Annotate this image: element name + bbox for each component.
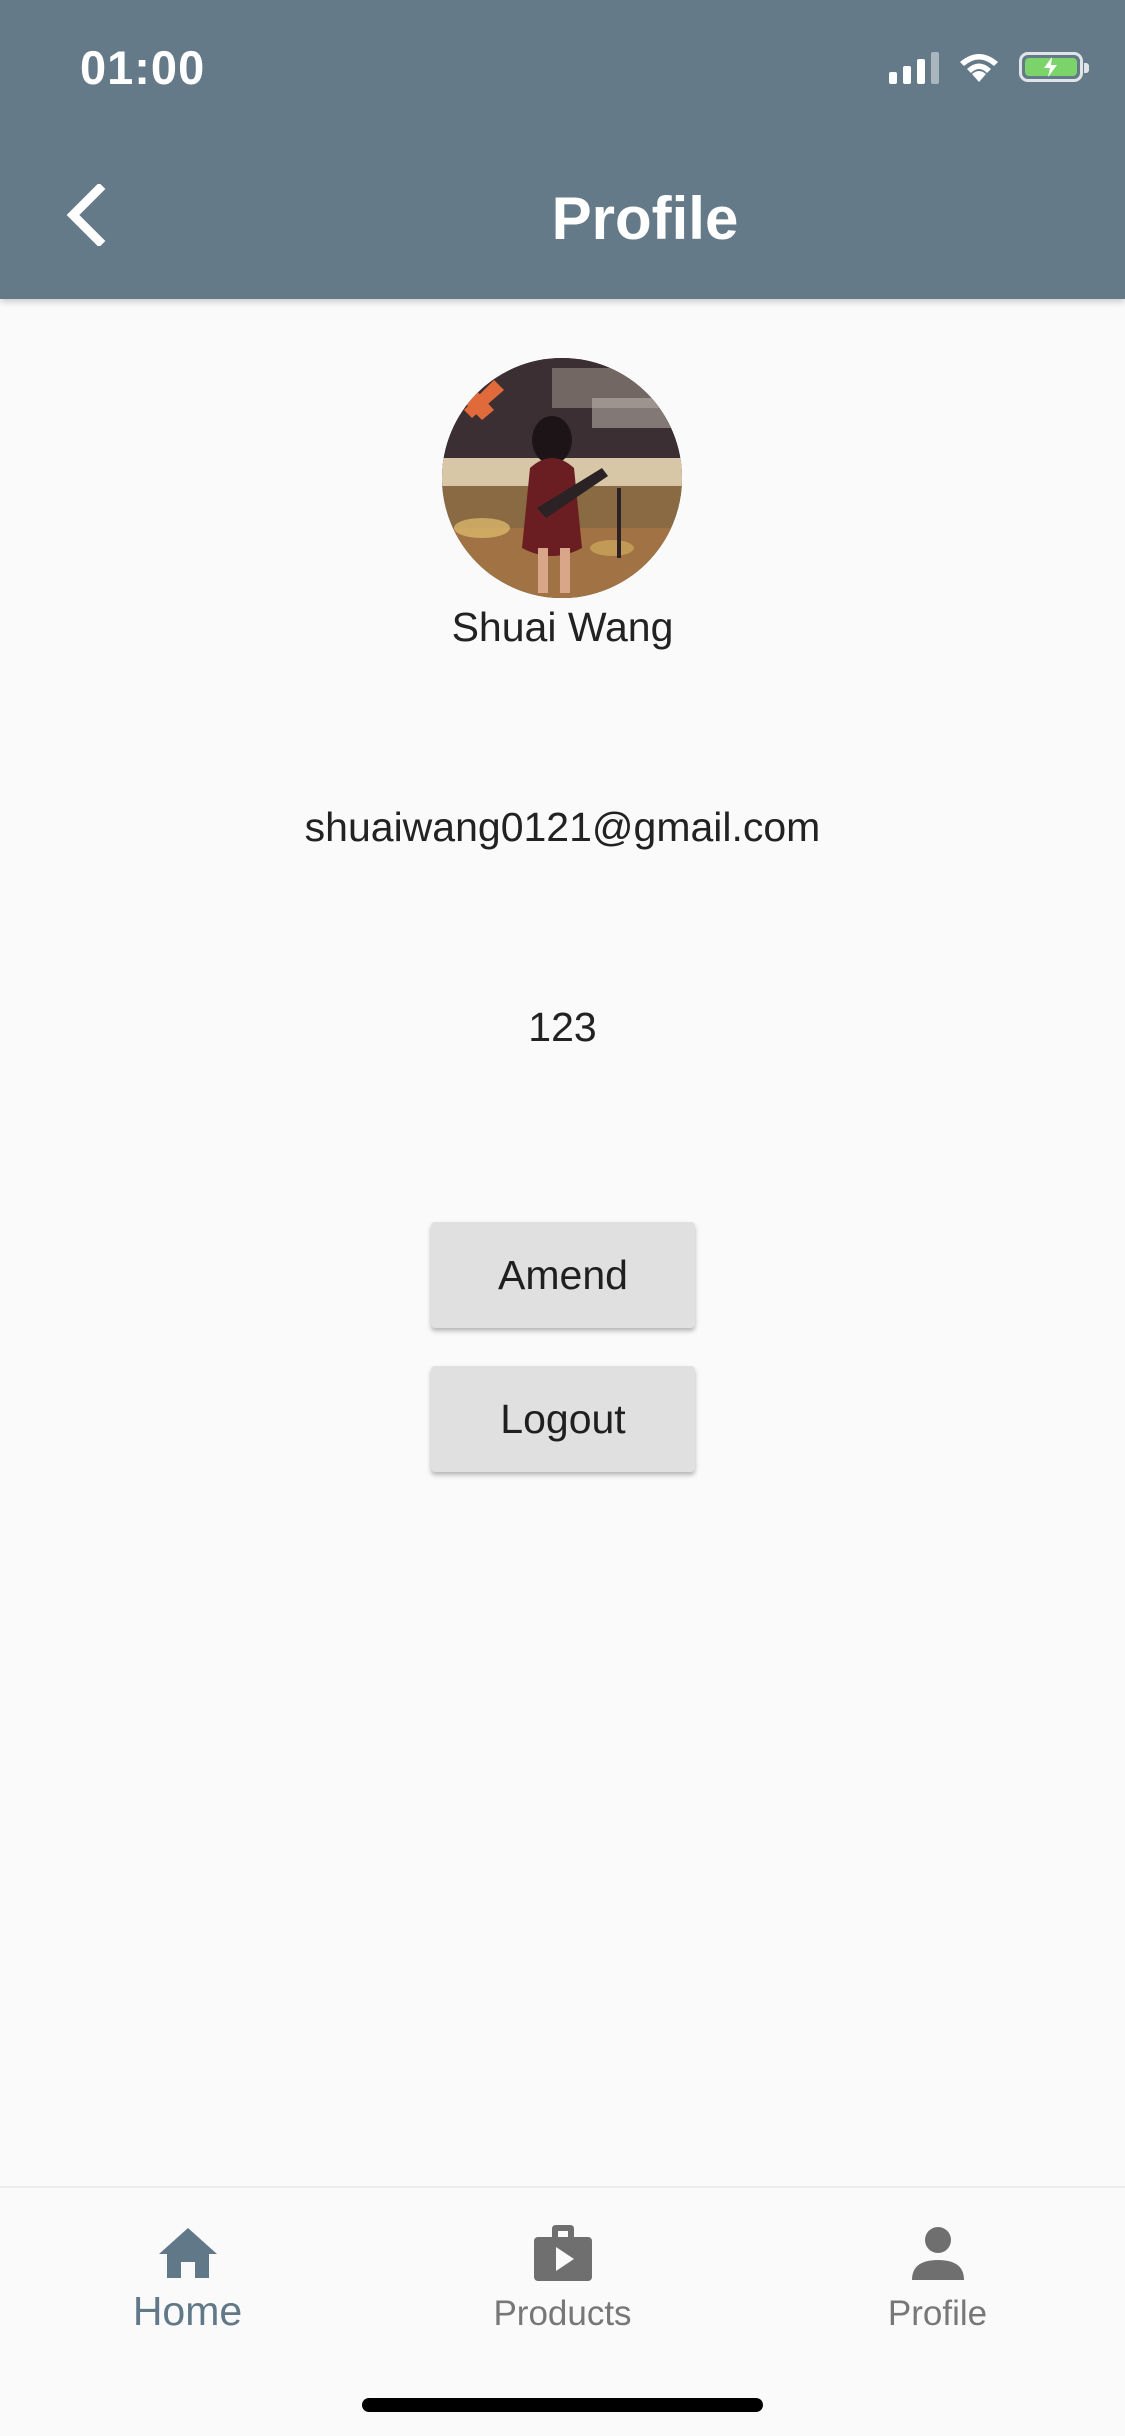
home-icon <box>158 2228 217 2278</box>
nav-label-home: Home <box>132 2288 243 2334</box>
person-icon <box>911 2227 964 2280</box>
user-name: Shuai Wang <box>451 604 674 650</box>
battery-icon <box>1019 52 1089 82</box>
wifi-icon <box>960 54 998 82</box>
amend-button[interactable]: Amend <box>431 1222 695 1328</box>
status-icons <box>889 50 1089 84</box>
nav-item-products[interactable]: Products <box>375 2218 750 2348</box>
status-time: 01:00 <box>80 41 206 94</box>
user-extra-value: 123 <box>528 1004 597 1050</box>
app-bar: 01:00 Profile <box>0 0 1125 299</box>
home-indicator <box>362 2398 763 2412</box>
nav-label-products: Products <box>493 2294 632 2333</box>
user-photo <box>442 358 682 598</box>
logout-button[interactable]: Logout <box>431 1366 695 1472</box>
profile-screen: 01:00 Profile Shuai Wang shuaiwang0121@g… <box>0 0 1125 2436</box>
cellular-signal-icon <box>889 50 939 84</box>
nav-item-profile[interactable]: Profile <box>750 2218 1125 2348</box>
page-title: Profile <box>551 185 739 252</box>
avatar <box>442 358 682 598</box>
user-email: shuaiwang0121@gmail.com <box>304 804 821 850</box>
nav-item-home[interactable]: Home <box>0 2218 375 2348</box>
products-icon <box>533 2225 592 2281</box>
nav-label-profile: Profile <box>887 2294 988 2333</box>
